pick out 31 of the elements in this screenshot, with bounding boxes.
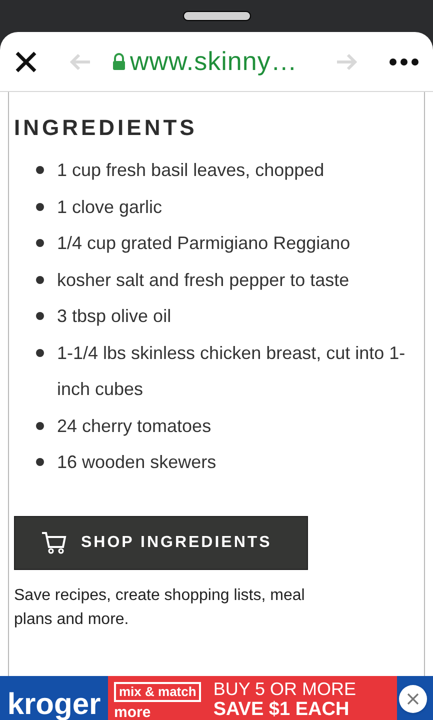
ingredient-text: 1 clove garlic xyxy=(57,196,162,219)
ingredient-text: 3 tbsp olive oil xyxy=(57,305,172,328)
shop-ingredients-button[interactable]: SHOP INGREDIENTS xyxy=(14,516,308,570)
close-icon[interactable] xyxy=(14,50,38,74)
lock-icon xyxy=(112,52,126,70)
ingredient-text: 1/4 cup grated Parmigiano Reggiano xyxy=(57,232,350,255)
bullet-icon xyxy=(36,239,44,247)
close-icon xyxy=(407,693,419,705)
bullet-icon xyxy=(36,166,44,174)
url-text[interactable]: www.skinny… xyxy=(130,42,298,81)
bullet-icon xyxy=(36,458,44,466)
ingredient-text: 1 cup fresh basil leaves, chopped xyxy=(57,159,324,182)
tag-label: mix & match xyxy=(114,682,202,702)
bullet-icon xyxy=(36,202,44,210)
promo-headline: BUY 5 OR MORE xyxy=(213,679,356,699)
section-heading: INGREDIENTS xyxy=(14,114,198,142)
bullet-icon xyxy=(36,422,44,430)
bullet-icon xyxy=(36,312,44,320)
bullet-icon xyxy=(36,348,44,356)
promo-subheadline: SAVE $1 EACH xyxy=(213,699,350,720)
more-icon[interactable] xyxy=(389,58,419,66)
cart-icon xyxy=(41,530,67,554)
ingredient-text: 16 wooden skewers xyxy=(57,451,216,474)
drag-handle[interactable] xyxy=(182,11,250,21)
ingredient-text: 1-1/4 lbs skinless chicken breast, cut into 1-inch cubes xyxy=(57,342,406,401)
ingredient-text: 24 cherry tomatoes xyxy=(57,414,212,438)
brand-logo: kroger xyxy=(7,690,101,720)
ingredient-text: kosher salt and fresh pepper to taste xyxy=(57,268,350,292)
tag-subtext: more xyxy=(114,704,152,720)
bullet-icon xyxy=(36,276,44,284)
note-text: Save recipes, create shopping lists, meal plans and more. xyxy=(14,586,306,630)
